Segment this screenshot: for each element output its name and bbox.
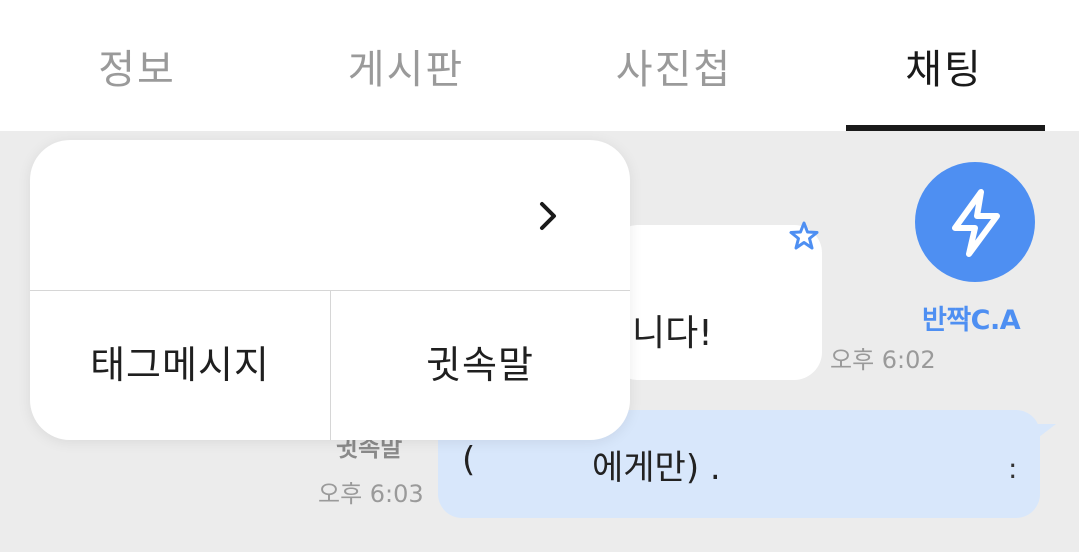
tab-album[interactable]: 사진첩 bbox=[574, 40, 774, 100]
avatar[interactable] bbox=[915, 162, 1035, 282]
tag-message-button[interactable]: 태그메시지 bbox=[30, 291, 330, 440]
tab-info[interactable]: 정보 bbox=[37, 40, 237, 100]
incoming-message-text: 니다! bbox=[632, 313, 713, 354]
outgoing-message-open-paren: ( bbox=[462, 440, 476, 480]
outgoing-message-tail-text: : bbox=[1008, 452, 1018, 485]
outgoing-message-text: 에게만) . bbox=[592, 448, 721, 488]
message-action-popup: 태그메시지 귓속말 bbox=[30, 140, 630, 440]
sender-name[interactable]: 반짝C.A bbox=[922, 298, 1021, 337]
popup-header[interactable] bbox=[30, 140, 630, 290]
tab-bar: 정보 게시판 사진첩 채팅 bbox=[0, 0, 1079, 131]
tab-board[interactable]: 게시판 bbox=[306, 40, 506, 100]
tab-chat[interactable]: 채팅 bbox=[844, 40, 1044, 100]
whisper-button[interactable]: 귓속말 bbox=[330, 291, 630, 440]
outgoing-message-time: 오후 6:03 bbox=[318, 480, 424, 508]
active-tab-indicator bbox=[846, 125, 1045, 131]
lightning-icon bbox=[952, 189, 1000, 257]
star-outline-icon[interactable] bbox=[788, 220, 820, 252]
incoming-message-time: 오후 6:02 bbox=[830, 346, 936, 374]
bubble-tail bbox=[1030, 424, 1056, 444]
chevron-right-icon bbox=[540, 202, 556, 230]
